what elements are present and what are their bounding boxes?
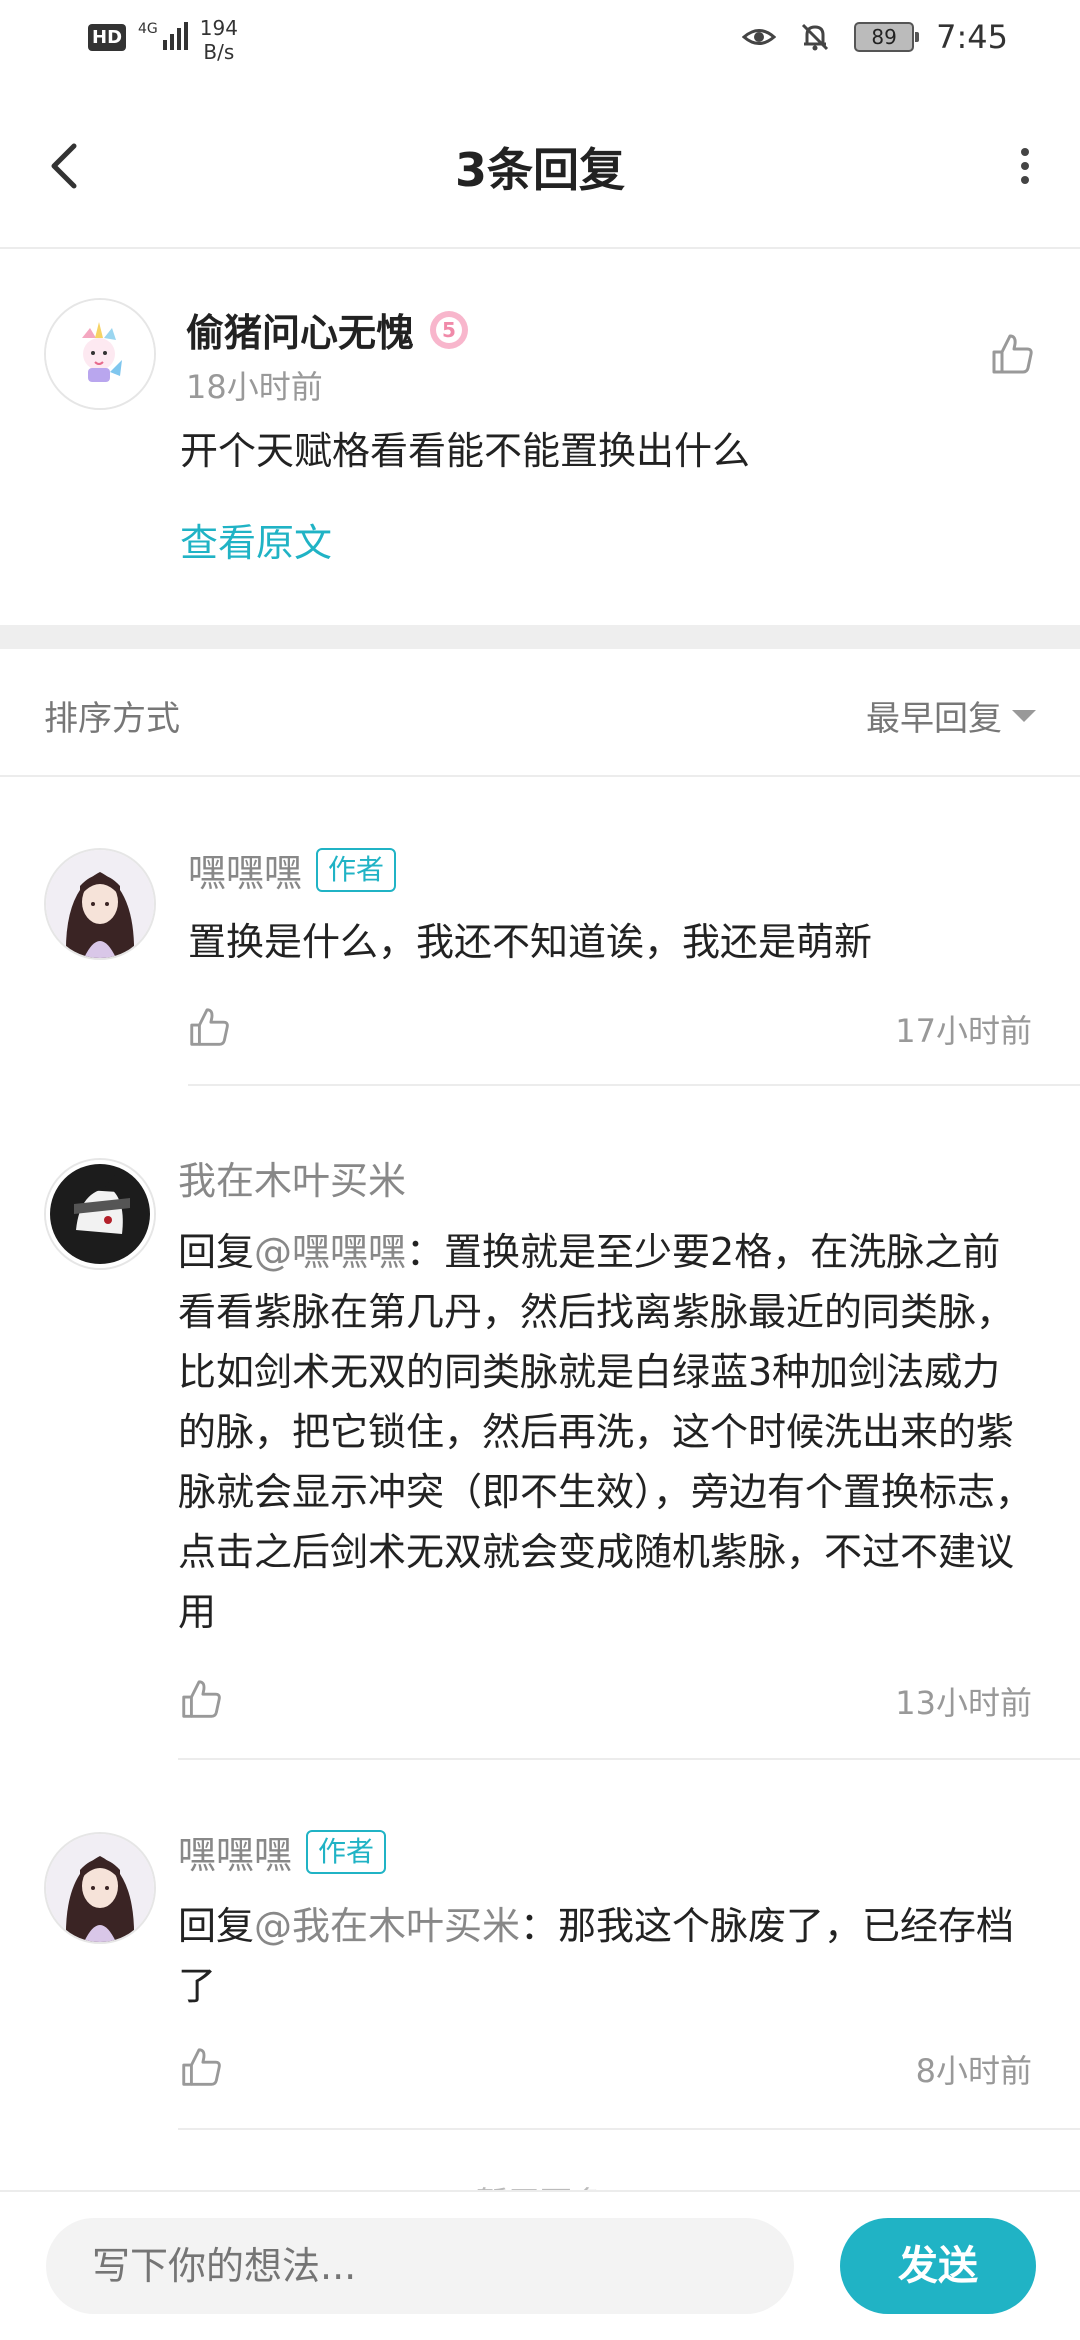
comment-input[interactable]	[46, 2218, 794, 2314]
comment-input-bar: 发送	[0, 2190, 1080, 2340]
eye-comfort-icon	[742, 29, 777, 45]
comment-time: 18小时前	[186, 368, 323, 406]
hd-icon: HD	[88, 24, 127, 51]
speed-value: 194	[199, 16, 238, 40]
like-icon[interactable]	[178, 1676, 224, 1722]
reply-time: 17小时前	[895, 1012, 1032, 1050]
author-name: 偷猪问心无愧	[186, 311, 415, 355]
like-icon[interactable]	[988, 330, 1036, 378]
app-header: 3条回复	[0, 84, 1080, 249]
reply-item: 嘿嘿嘿 作者 置换是什么，我还不知道诶，我还是萌新 17小时前	[0, 778, 1080, 1086]
reply-prefix: 回复	[178, 1904, 255, 1948]
chevron-down-icon	[1012, 709, 1036, 722]
more-options-icon[interactable]	[1010, 136, 1040, 196]
like-icon[interactable]	[178, 2044, 224, 2090]
svg-text:5: 5	[442, 318, 456, 342]
avatar-girl-icon	[46, 1834, 154, 1942]
comment-content: 开个天赋格看看能不能置换出什么	[180, 429, 751, 473]
avatar[interactable]	[44, 298, 156, 410]
network-type: 4G	[138, 21, 158, 37]
avatar-ninja-icon	[46, 1160, 154, 1268]
sort-label: 排序方式	[44, 699, 180, 739]
battery-icon: 89	[854, 22, 920, 52]
avatar[interactable]	[44, 1832, 156, 1944]
network-speed: 194 B/s	[200, 16, 238, 64]
divider	[178, 2128, 1080, 2130]
clock: 7:45	[936, 18, 1008, 56]
author-badge: 作者	[316, 847, 397, 892]
reply-text: ：置换就是至少要2格，在洗脉之前看看紫脉在第几丹，然后找离紫脉最近的同类脉，比如…	[178, 1230, 1034, 1634]
speed-unit: B/s	[203, 40, 235, 64]
signal-icon: 4G	[138, 22, 188, 50]
reply-author-name: 嘿嘿嘿	[188, 851, 303, 895]
reply-author[interactable]: 嘿嘿嘿 作者	[188, 842, 397, 897]
reply-time: 13小时前	[895, 1684, 1032, 1722]
reply-item: 我在木叶买米 回复@嘿嘿嘿：置换就是至少要2格，在洗脉之前看看紫脉在第几丹，然后…	[0, 1086, 1080, 1760]
original-comment: 偷猪问心无愧 5 18小时前 开个天赋格看看能不能置换出什么 查看原文	[0, 250, 1080, 625]
sort-value: 最早回复	[866, 699, 1002, 739]
reply-author[interactable]: 我在木叶买米	[178, 1150, 406, 1205]
status-left: HD 4G 194 B/s	[88, 16, 238, 64]
status-right: 89 7:45	[742, 18, 1008, 56]
reply-prefix: 回复	[178, 1230, 255, 1274]
avatar-unicorn-icon	[46, 300, 154, 408]
status-bar: HD 4G 194 B/s 89 7:45	[0, 0, 1080, 84]
reply-author-name: 嘿嘿嘿	[178, 1833, 293, 1877]
mention-link[interactable]: @我在木叶买米	[254, 1904, 520, 1948]
like-icon[interactable]	[186, 1004, 232, 1050]
mention-link[interactable]: @嘿嘿嘿	[254, 1230, 406, 1274]
reply-text: 置换是什么，我还不知道诶，我还是萌新	[188, 920, 873, 964]
reply-author[interactable]: 嘿嘿嘿 作者	[178, 1824, 387, 1879]
reply-item: 嘿嘿嘿 作者 回复@我在木叶买米：那我这个脉废了，已经存档了 8小时前	[0, 1760, 1080, 2130]
comment-author[interactable]: 偷猪问心无愧 5	[186, 302, 470, 357]
reply-time: 8小时前	[915, 2052, 1032, 2090]
section-divider	[0, 625, 1080, 649]
view-original-link[interactable]: 查看原文	[180, 512, 332, 567]
avatar[interactable]	[44, 848, 156, 960]
sort-dropdown[interactable]: 最早回复	[866, 691, 1036, 740]
avatar[interactable]	[44, 1158, 156, 1270]
sort-bar: 排序方式 最早回复	[0, 649, 1080, 777]
reply-content: 回复@嘿嘿嘿：置换就是至少要2格，在洗脉之前看看紫脉在第几丹，然后找离紫脉最近的…	[178, 1222, 1038, 1642]
page-title: 3条回复	[454, 143, 625, 197]
reply-author-name: 我在木叶买米	[178, 1159, 407, 1203]
send-button[interactable]: 发送	[840, 2218, 1036, 2314]
reply-content: 回复@我在木叶买米：那我这个脉废了，已经存档了	[178, 1896, 1038, 2016]
level-badge-icon: 5	[430, 310, 469, 349]
author-badge: 作者	[306, 1829, 387, 1874]
mute-bell-icon	[802, 23, 829, 51]
avatar-girl-icon	[46, 850, 154, 958]
reply-content: 置换是什么，我还不知道诶，我还是萌新	[188, 912, 1048, 972]
